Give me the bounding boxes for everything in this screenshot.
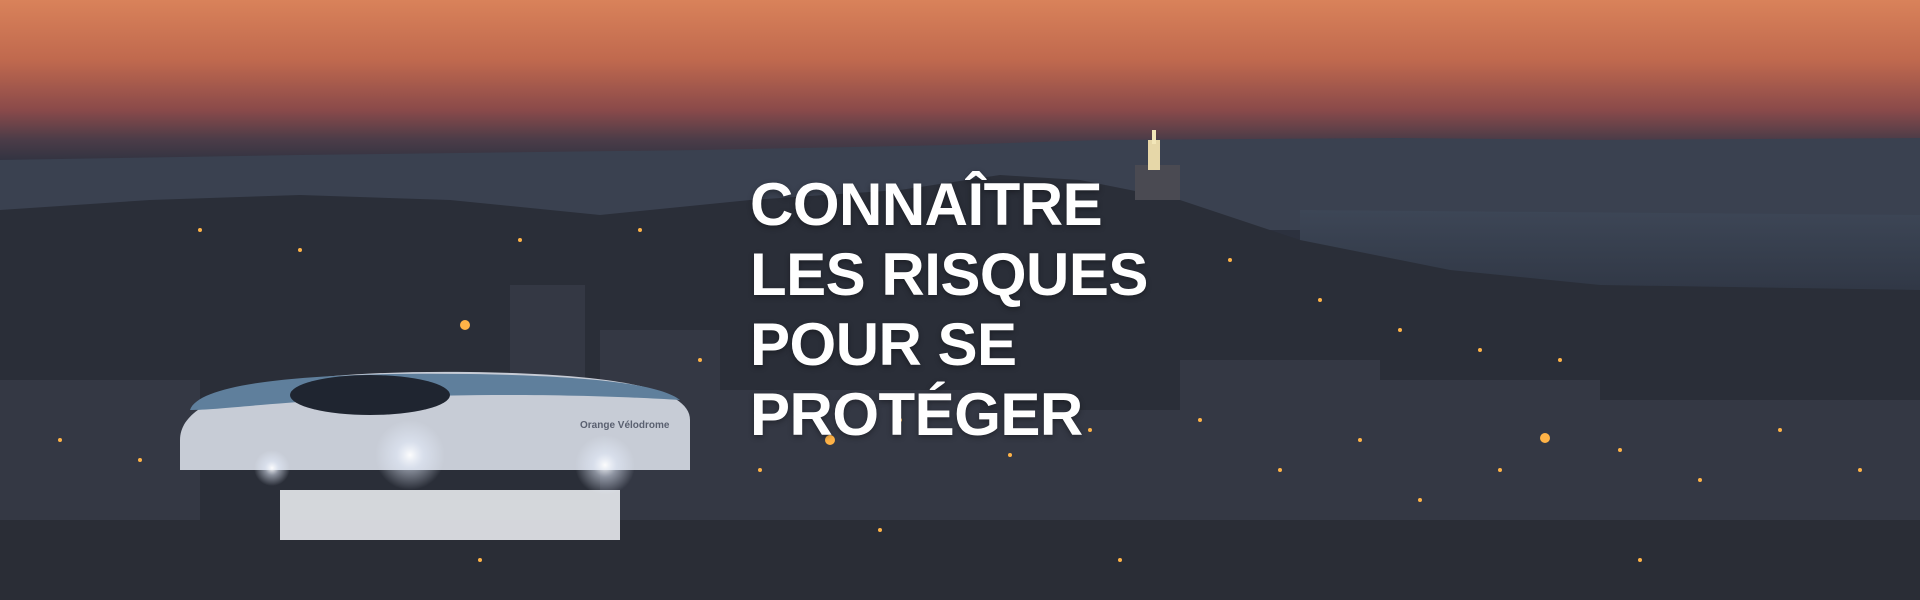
headline-line: CONNAÎTRE [750, 171, 1103, 238]
headline-line: LES RISQUES [750, 241, 1148, 308]
headline-line: PROTÉGER [750, 381, 1083, 448]
headline-line: POUR SE [750, 311, 1017, 378]
stadium-sign: Orange Vélodrome [580, 420, 670, 431]
hero-headline: CONNAÎTRE LES RISQUES POUR SE PROTÉGER [750, 170, 1148, 450]
hero-banner: Orange Vélodrome CONNAÎTRE LES RISQUES P… [0, 0, 1920, 600]
